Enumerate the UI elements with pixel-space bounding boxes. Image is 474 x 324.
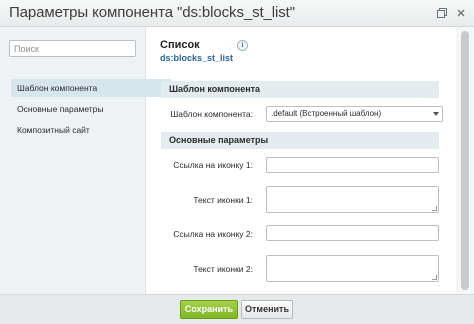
close-icon[interactable] bbox=[455, 7, 467, 19]
dialog-title: Параметры компонента "ds:blocks_st_list" bbox=[9, 4, 295, 21]
sidebar-item-label: Шаблон компонента bbox=[17, 83, 98, 93]
dialog-footer: Сохранить Отменить bbox=[0, 294, 474, 324]
scrollbar-thumb[interactable] bbox=[461, 31, 469, 290]
cancel-button[interactable]: Отменить bbox=[241, 300, 293, 319]
icon1-link-label: Ссылка на иконку 1: bbox=[173, 160, 253, 170]
section-main-header[interactable]: Основные параметры bbox=[161, 132, 439, 149]
info-icon[interactable]: i bbox=[237, 40, 248, 51]
sidebar: Шаблон компонента Основные параметры Ком… bbox=[0, 27, 171, 294]
restore-icon[interactable] bbox=[436, 7, 448, 19]
icon1-text-label: Текст иконки 1: bbox=[193, 195, 253, 205]
sidebar-item-label: Основные параметры bbox=[17, 104, 104, 114]
sidebar-item-label: Композитный сайт bbox=[17, 125, 90, 135]
save-button[interactable]: Сохранить bbox=[180, 300, 238, 319]
search-input[interactable] bbox=[9, 40, 136, 57]
icon1-text-textarea[interactable] bbox=[266, 186, 439, 213]
scrollbar[interactable] bbox=[456, 27, 474, 294]
main-panel: Список i ds:blocks_st_list Шаблон компон… bbox=[146, 27, 456, 294]
template-select[interactable]: .default (Встроенный шаблон) bbox=[266, 106, 443, 122]
dialog-content: Шаблон компонента Основные параметры Ком… bbox=[0, 27, 474, 294]
icon2-text-label: Текст иконки 2: bbox=[193, 264, 253, 274]
icon1-link-input[interactable] bbox=[266, 157, 439, 173]
component-params-dialog: Параметры компонента "ds:blocks_st_list"… bbox=[0, 0, 474, 324]
component-title: Список bbox=[160, 39, 200, 51]
chevron-down-icon bbox=[433, 112, 439, 116]
icon2-link-input[interactable] bbox=[266, 225, 439, 241]
resize-handle-icon[interactable] bbox=[432, 275, 437, 280]
template-field-label: Шаблон компонента: bbox=[170, 109, 253, 119]
icon2-link-label: Ссылка на иконку 2: bbox=[173, 229, 253, 239]
section-template-header[interactable]: Шаблон компонента bbox=[161, 81, 439, 98]
template-select-value: .default (Встроенный шаблон) bbox=[271, 109, 382, 118]
resize-handle-icon[interactable] bbox=[432, 206, 437, 211]
title-bar[interactable]: Параметры компонента "ds:blocks_st_list" bbox=[0, 0, 474, 27]
icon2-text-textarea[interactable] bbox=[266, 255, 439, 282]
component-code: ds:blocks_st_list bbox=[160, 53, 234, 63]
